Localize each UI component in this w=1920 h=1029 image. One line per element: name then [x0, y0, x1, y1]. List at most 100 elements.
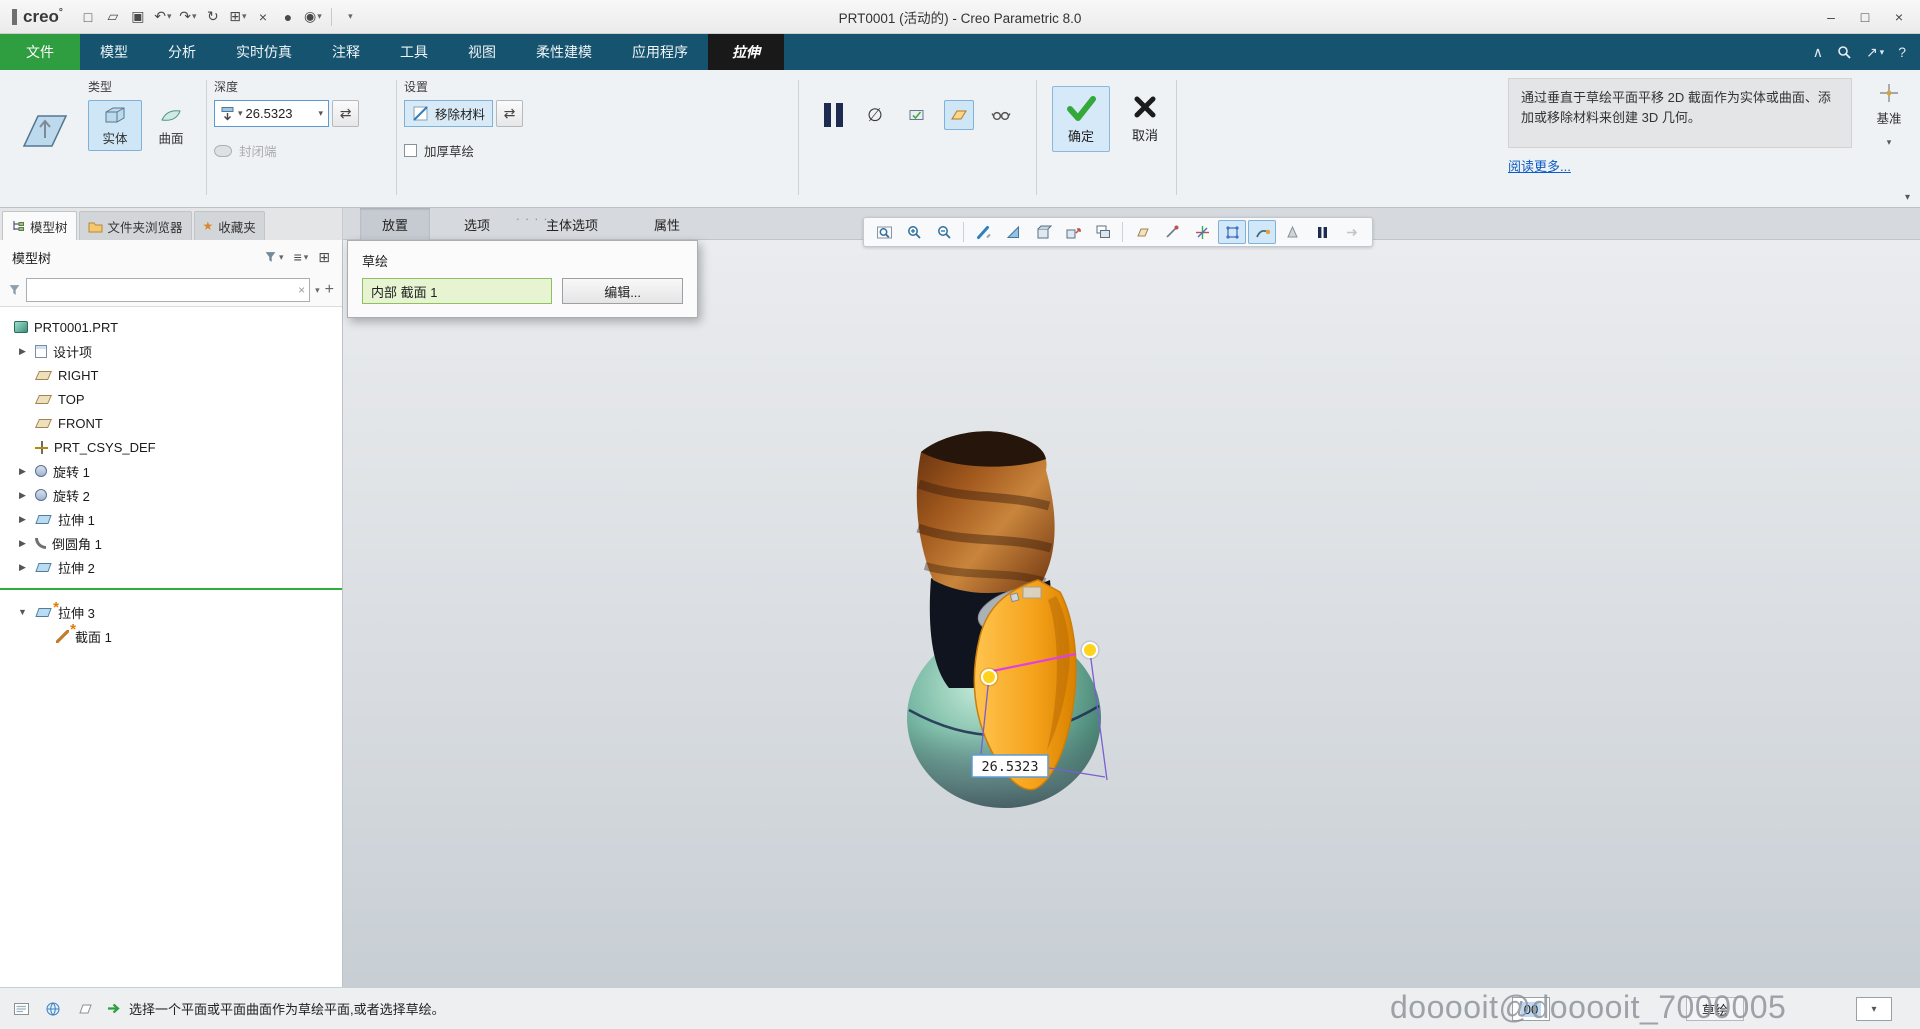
repaint-button[interactable]: [969, 220, 997, 244]
datum-display-button[interactable]: [1128, 220, 1156, 244]
pause-button[interactable]: [818, 100, 848, 130]
datum-button[interactable]: 基准 ▾: [1864, 82, 1914, 148]
geometry-snapping-button[interactable]: [1248, 220, 1276, 244]
insert-locator-line[interactable]: [0, 588, 342, 590]
selection-filter-dropdown[interactable]: ▾: [1856, 997, 1892, 1021]
tree-filters-button[interactable]: ▾: [264, 250, 284, 264]
3d-dragger-button[interactable]: [1218, 220, 1246, 244]
datum-plane-toggle-button[interactable]: [74, 999, 96, 1019]
tree-row-front-plane[interactable]: FRONT: [0, 411, 342, 435]
tab-model[interactable]: 模型: [80, 34, 148, 70]
ok-button[interactable]: 确定: [1052, 86, 1110, 152]
tree-expand-icon[interactable]: ▶: [16, 466, 29, 477]
read-more-link[interactable]: 阅读更多...: [1508, 156, 1571, 175]
save-button[interactable]: ▣: [126, 5, 150, 29]
tree-expand-icon[interactable]: ▶: [16, 514, 29, 525]
attached-preview-button[interactable]: [944, 100, 974, 130]
undo-button[interactable]: ↶▾: [151, 5, 175, 29]
minimize-button[interactable]: –: [1816, 5, 1846, 29]
tree-row-revolve-2[interactable]: ▶ 旋转 2: [0, 483, 342, 507]
zoom-out-button[interactable]: [930, 220, 958, 244]
regenerate-button[interactable]: ↻: [201, 5, 225, 29]
search-icon[interactable]: [1837, 45, 1852, 60]
tab-model-tree[interactable]: 模型树: [2, 211, 77, 240]
tree-row-section-1[interactable]: * 截面 1: [0, 624, 342, 648]
open-button[interactable]: ▱: [101, 5, 125, 29]
tab-folder-browser[interactable]: 文件夹浏览器: [79, 211, 192, 240]
spin-center-button[interactable]: [1188, 220, 1216, 244]
tab-tools[interactable]: 工具: [380, 34, 448, 70]
redo-button[interactable]: ↷▾: [176, 5, 200, 29]
remove-material-toggle[interactable]: 移除材料: [404, 100, 493, 127]
no-preview-button[interactable]: ∅: [860, 100, 890, 130]
selection-filter-value[interactable]: 草绘: [1686, 997, 1744, 1021]
message-log-button[interactable]: [10, 999, 32, 1019]
maximize-button[interactable]: □: [1850, 5, 1880, 29]
depth-value-field[interactable]: ▾ 26.5323 ▾: [214, 100, 329, 127]
tab-placement[interactable]: 放置: [360, 208, 430, 240]
panel-drag-dots[interactable]: ∙ ∙ ∙ ∙: [516, 211, 548, 226]
new-file-button[interactable]: □: [76, 5, 100, 29]
collapse-ribbon-icon[interactable]: ∧: [1813, 44, 1823, 61]
tab-extrude-active[interactable]: 拉伸: [708, 34, 784, 70]
thicken-checkbox[interactable]: [404, 144, 417, 157]
collapse-dashboard-icon[interactable]: ▾: [1905, 192, 1910, 203]
tab-favorites[interactable]: ★ 收藏夹: [194, 211, 265, 240]
depth-drag-handle[interactable]: [982, 670, 996, 684]
view-manager-button[interactable]: [1089, 220, 1117, 244]
tree-expand-icon[interactable]: ▶: [16, 346, 29, 357]
zoom-in-button[interactable]: [900, 220, 928, 244]
tab-live-simulation[interactable]: 实时仿真: [216, 34, 312, 70]
add-filter-button[interactable]: +: [325, 281, 334, 299]
tree-row-extrude-1[interactable]: ▶ 拉伸 1: [0, 507, 342, 531]
pause-updates-button[interactable]: [1308, 220, 1336, 244]
tree-row-extrude-3[interactable]: ▼ * 拉伸 3: [0, 600, 342, 624]
selection-count-field[interactable]: 00: [1512, 997, 1550, 1021]
tree-row-right-plane[interactable]: RIGHT: [0, 363, 342, 387]
tree-row-revolve-1[interactable]: ▶ 旋转 1: [0, 459, 342, 483]
rotation-center-button[interactable]: ◉▾: [301, 5, 325, 29]
graphics-viewport[interactable]: 26.5323: [343, 240, 1920, 987]
tab-flexible-modeling[interactable]: 柔性建模: [516, 34, 612, 70]
tree-row-top-plane[interactable]: TOP: [0, 387, 342, 411]
solid-toggle[interactable]: 实体: [88, 100, 142, 151]
tab-options[interactable]: 选项: [442, 208, 512, 240]
render-sphere-button[interactable]: ●: [276, 5, 300, 29]
surface-toggle[interactable]: 曲面: [144, 100, 198, 151]
tree-display-button[interactable]: ≡▾: [294, 249, 309, 265]
tree-expand-icon[interactable]: ▶: [16, 562, 29, 573]
flip-depth-direction-button[interactable]: ⇄: [332, 100, 359, 127]
customize-qat-button[interactable]: ▾: [338, 5, 362, 29]
tab-annotate[interactable]: 注释: [312, 34, 380, 70]
flip-material-side-button[interactable]: ⇄: [496, 100, 523, 127]
tree-row-csys[interactable]: PRT_CSYS_DEF: [0, 435, 342, 459]
tree-row-design-items[interactable]: ▶ 设计项: [0, 339, 342, 363]
view-cone-button[interactable]: [1278, 220, 1306, 244]
tab-applications[interactable]: 应用程序: [612, 34, 708, 70]
3d-model[interactable]: 26.5323: [343, 240, 1920, 987]
tree-expand-icon[interactable]: ▶: [16, 490, 29, 501]
tree-row-part[interactable]: PRT0001.PRT: [0, 315, 342, 339]
depth-value[interactable]: 26.5323: [246, 106, 316, 121]
display-style-button[interactable]: [1029, 220, 1057, 244]
cancel-button[interactable]: 取消: [1116, 86, 1174, 152]
help-icon[interactable]: ?: [1898, 44, 1906, 60]
tree-row-round-1[interactable]: ▶ 倒圆角 1: [0, 531, 342, 555]
shade-button[interactable]: [999, 220, 1027, 244]
clear-search-icon[interactable]: ×: [298, 283, 305, 297]
depth-drag-handle[interactable]: [1083, 643, 1097, 657]
depth-dimension-value[interactable]: 26.5323: [982, 759, 1039, 775]
tab-view[interactable]: 视图: [448, 34, 516, 70]
unattached-preview-button[interactable]: [902, 100, 932, 130]
refit-button[interactable]: [870, 220, 898, 244]
close-window-button[interactable]: ×: [251, 5, 275, 29]
tree-columns-button[interactable]: ⊞: [318, 249, 330, 266]
web-browser-button[interactable]: [42, 999, 64, 1019]
tree-row-extrude-2[interactable]: ▶ 拉伸 2: [0, 555, 342, 579]
tree-expand-icon[interactable]: ▶: [16, 538, 29, 549]
sketch-collector-field[interactable]: 内部 截面 1: [362, 278, 552, 304]
thicken-sketch-option[interactable]: 加厚草绘: [404, 141, 523, 160]
tree-search-input[interactable]: ×: [26, 278, 310, 302]
tab-properties[interactable]: 属性: [632, 208, 702, 240]
edit-sketch-button[interactable]: 编辑...: [562, 278, 683, 304]
